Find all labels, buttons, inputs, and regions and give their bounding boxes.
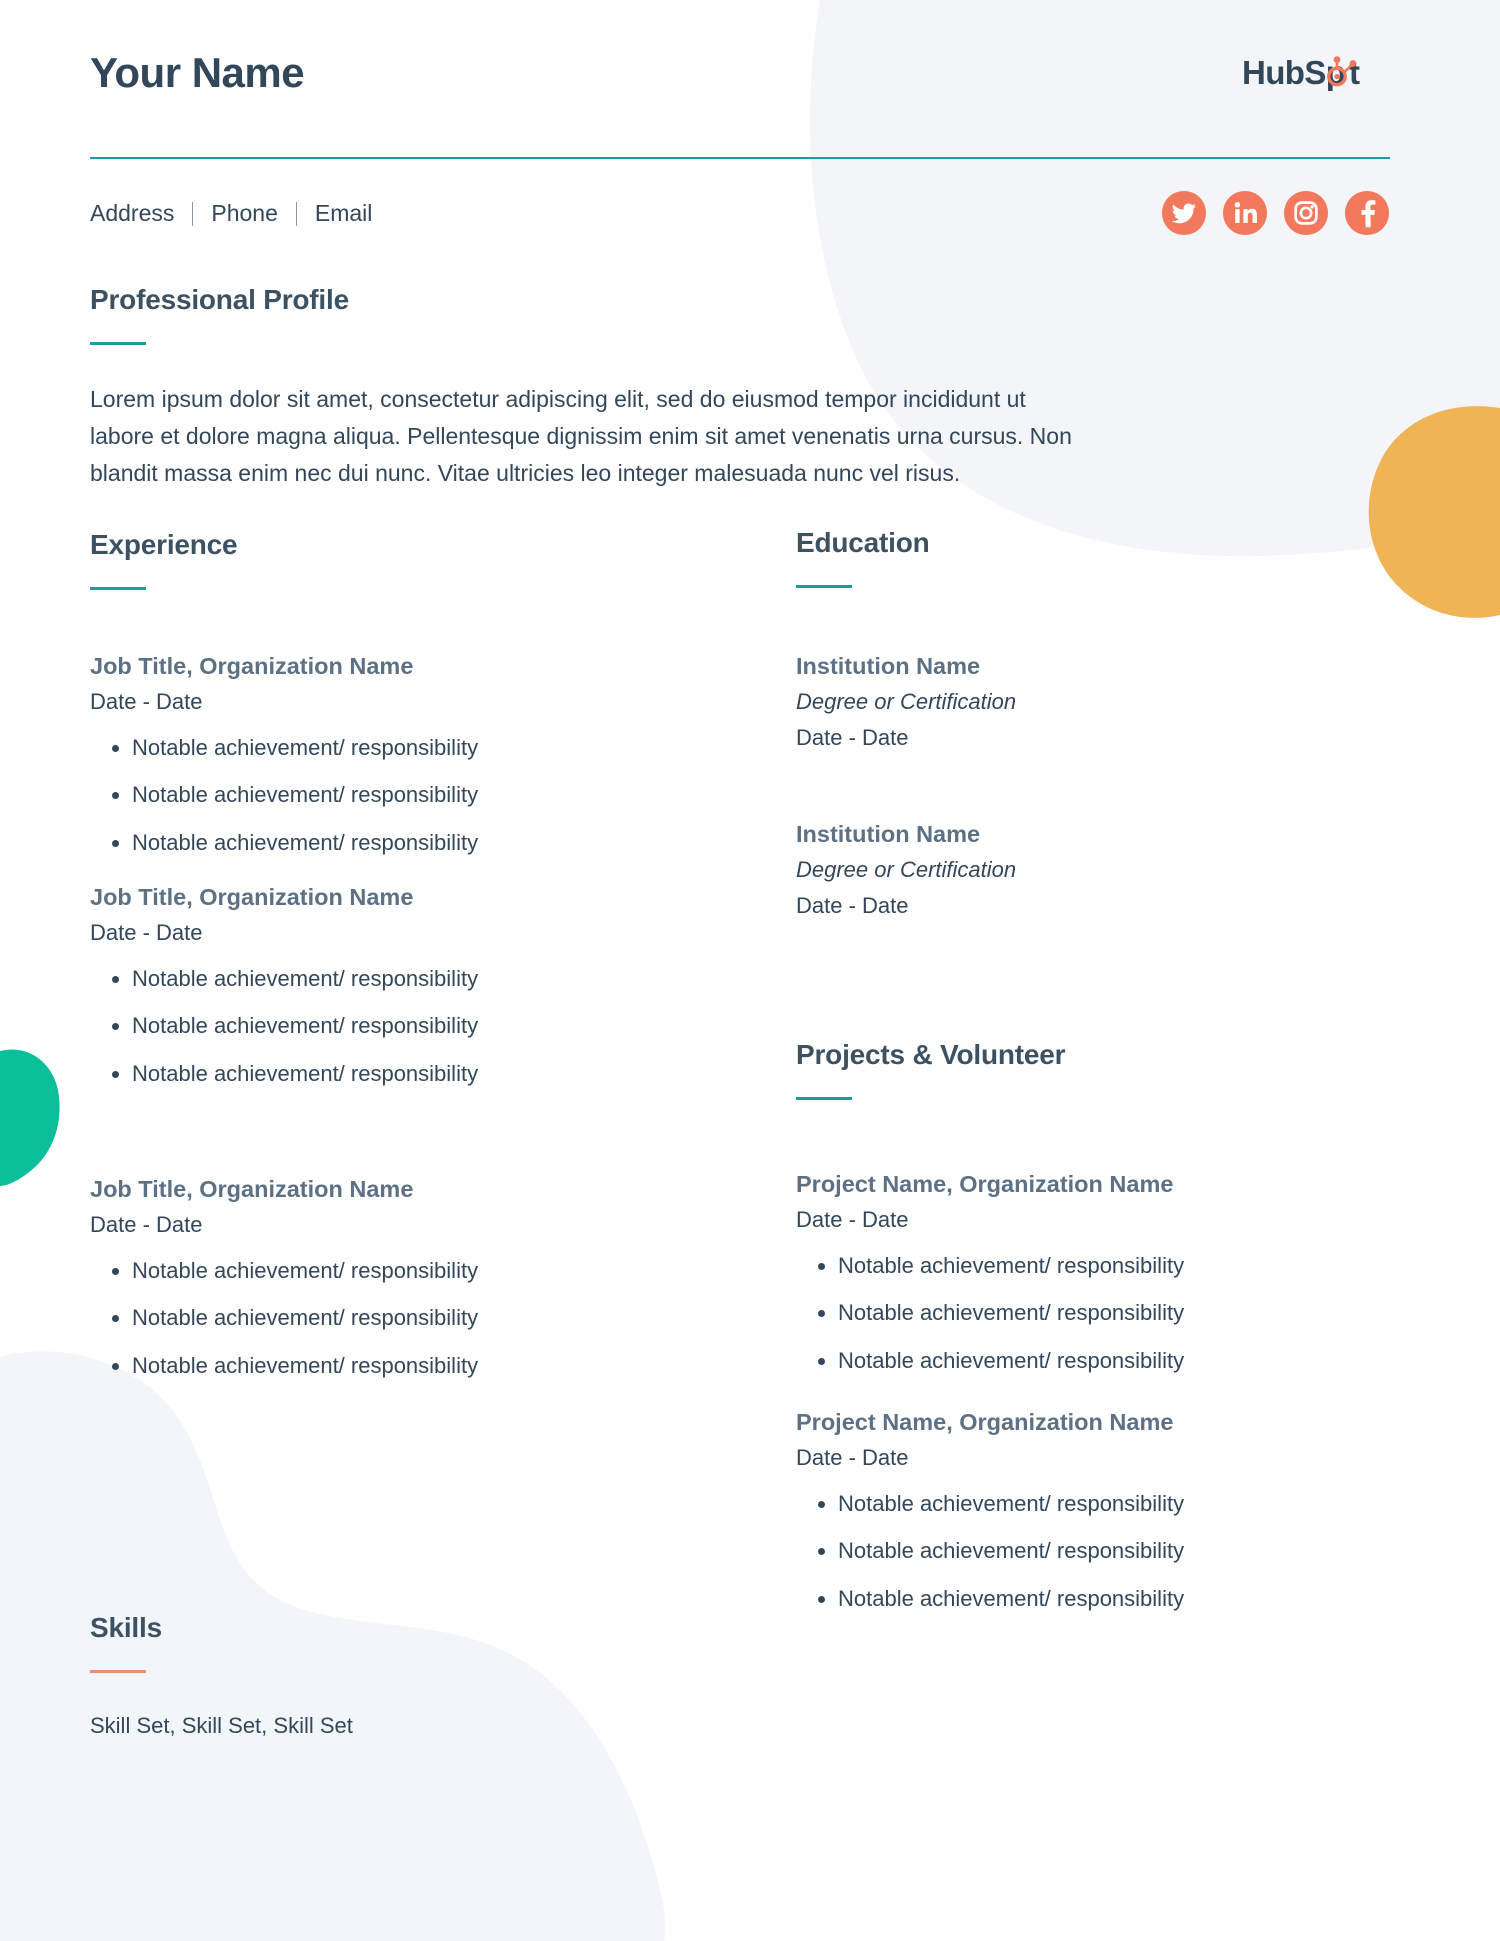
project-date: Date - Date — [796, 1207, 909, 1233]
instagram-icon[interactable] — [1283, 190, 1329, 236]
education-section: Education — [796, 527, 1356, 588]
skills-body: Skill Set, Skill Set, Skill Set — [90, 1712, 353, 1738]
education-date: Date - Date — [796, 724, 909, 750]
education-date: Date - Date — [796, 892, 909, 918]
degree-name: Degree or Certification — [796, 689, 1017, 715]
list-item: Notable achievement/ responsibility — [838, 1491, 1356, 1517]
experience-entry: Job Title, Organization Name Date - Date… — [90, 652, 710, 856]
degree-name: Degree or Certification — [796, 857, 1017, 883]
list-item: Notable achievement/ responsibility — [838, 1300, 1356, 1326]
institution-name: Institution Name — [796, 653, 981, 679]
job-title: Job Title, Organization Name — [90, 653, 414, 679]
professional-profile-section: Professional Profile Lorem ipsum dolor s… — [90, 284, 1150, 493]
experience-entry: Job Title, Organization Name Date - Date… — [90, 1175, 710, 1379]
list-item: Notable achievement/ responsibility — [838, 1253, 1356, 1279]
skills-heading: Skills — [90, 1612, 162, 1643]
list-item: Notable achievement/ responsibility — [132, 830, 710, 856]
education-entry: Institution Name Degree or Certification… — [796, 652, 1356, 753]
projects-rule — [796, 1096, 852, 1100]
job-title: Job Title, Organization Name — [90, 884, 414, 910]
contact-separator-1 — [192, 202, 194, 226]
project-title: Project Name, Organization Name — [796, 1409, 1174, 1435]
resume-page: Your Name HubSp t Address Phone Email Pr… — [0, 0, 1500, 1941]
projects-section: Projects & Volunteer — [796, 1039, 1356, 1100]
professional-profile-rule — [90, 341, 146, 345]
job-date: Date - Date — [90, 1212, 203, 1238]
hubspot-logo: HubSp t — [1242, 50, 1390, 96]
social-links — [1161, 190, 1390, 236]
contact-separator-2 — [295, 202, 297, 226]
project-title: Project Name, Organization Name — [796, 1171, 1174, 1197]
job-title: Job Title, Organization Name — [90, 1176, 414, 1202]
project-bullets: Notable achievement/ responsibility Nota… — [796, 1253, 1356, 1374]
professional-profile-heading: Professional Profile — [90, 284, 349, 315]
list-item: Notable achievement/ responsibility — [838, 1538, 1356, 1564]
project-bullets: Notable achievement/ responsibility Nota… — [796, 1491, 1356, 1612]
projects-heading: Projects & Volunteer — [796, 1039, 1066, 1070]
skills-rule — [90, 1669, 146, 1673]
contact-row: Address Phone Email — [90, 190, 1390, 236]
project-entry: Project Name, Organization Name Date - D… — [796, 1408, 1356, 1612]
list-item: Notable achievement/ responsibility — [838, 1586, 1356, 1612]
experience-section: Experience — [90, 529, 710, 590]
education-rule — [796, 584, 852, 588]
job-bullets: Notable achievement/ responsibility Nota… — [90, 966, 710, 1087]
professional-profile-body: Lorem ipsum dolor sit amet, consectetur … — [90, 385, 1072, 487]
contact-phone[interactable]: Phone — [211, 200, 278, 227]
job-bullets: Notable achievement/ responsibility Nota… — [90, 1258, 710, 1379]
page-title: Your Name — [90, 49, 305, 96]
twitter-icon[interactable] — [1161, 190, 1207, 236]
yellow-blob — [1368, 406, 1500, 618]
contact-email[interactable]: Email — [315, 200, 373, 227]
header-divider — [90, 157, 1390, 159]
contact-address[interactable]: Address — [90, 200, 174, 227]
experience-rule — [90, 586, 146, 590]
facebook-icon[interactable] — [1344, 190, 1390, 236]
list-item: Notable achievement/ responsibility — [132, 1013, 710, 1039]
list-item: Notable achievement/ responsibility — [132, 1061, 710, 1087]
project-date: Date - Date — [796, 1445, 909, 1471]
list-item: Notable achievement/ responsibility — [132, 1353, 710, 1379]
list-item: Notable achievement/ responsibility — [838, 1348, 1356, 1374]
institution-name: Institution Name — [796, 821, 981, 847]
experience-entry: Job Title, Organization Name Date - Date… — [90, 883, 710, 1087]
list-item: Notable achievement/ responsibility — [132, 1258, 710, 1284]
project-entry: Project Name, Organization Name Date - D… — [796, 1170, 1356, 1374]
list-item: Notable achievement/ responsibility — [132, 1305, 710, 1331]
experience-heading: Experience — [90, 529, 238, 560]
linkedin-icon[interactable] — [1222, 190, 1268, 236]
list-item: Notable achievement/ responsibility — [132, 966, 710, 992]
skills-section: Skills Skill Set, Skill Set, Skill Set — [90, 1612, 710, 1740]
job-bullets: Notable achievement/ responsibility Nota… — [90, 735, 710, 856]
job-date: Date - Date — [90, 920, 203, 946]
green-blob — [0, 1049, 60, 1186]
list-item: Notable achievement/ responsibility — [132, 735, 710, 761]
education-entry: Institution Name Degree or Certification… — [796, 820, 1356, 921]
svg-text:t: t — [1349, 54, 1360, 91]
job-date: Date - Date — [90, 689, 203, 715]
list-item: Notable achievement/ responsibility — [132, 782, 710, 808]
education-heading: Education — [796, 527, 930, 558]
header: Your Name HubSp t — [90, 50, 1390, 96]
contact-info: Address Phone Email — [90, 200, 372, 227]
